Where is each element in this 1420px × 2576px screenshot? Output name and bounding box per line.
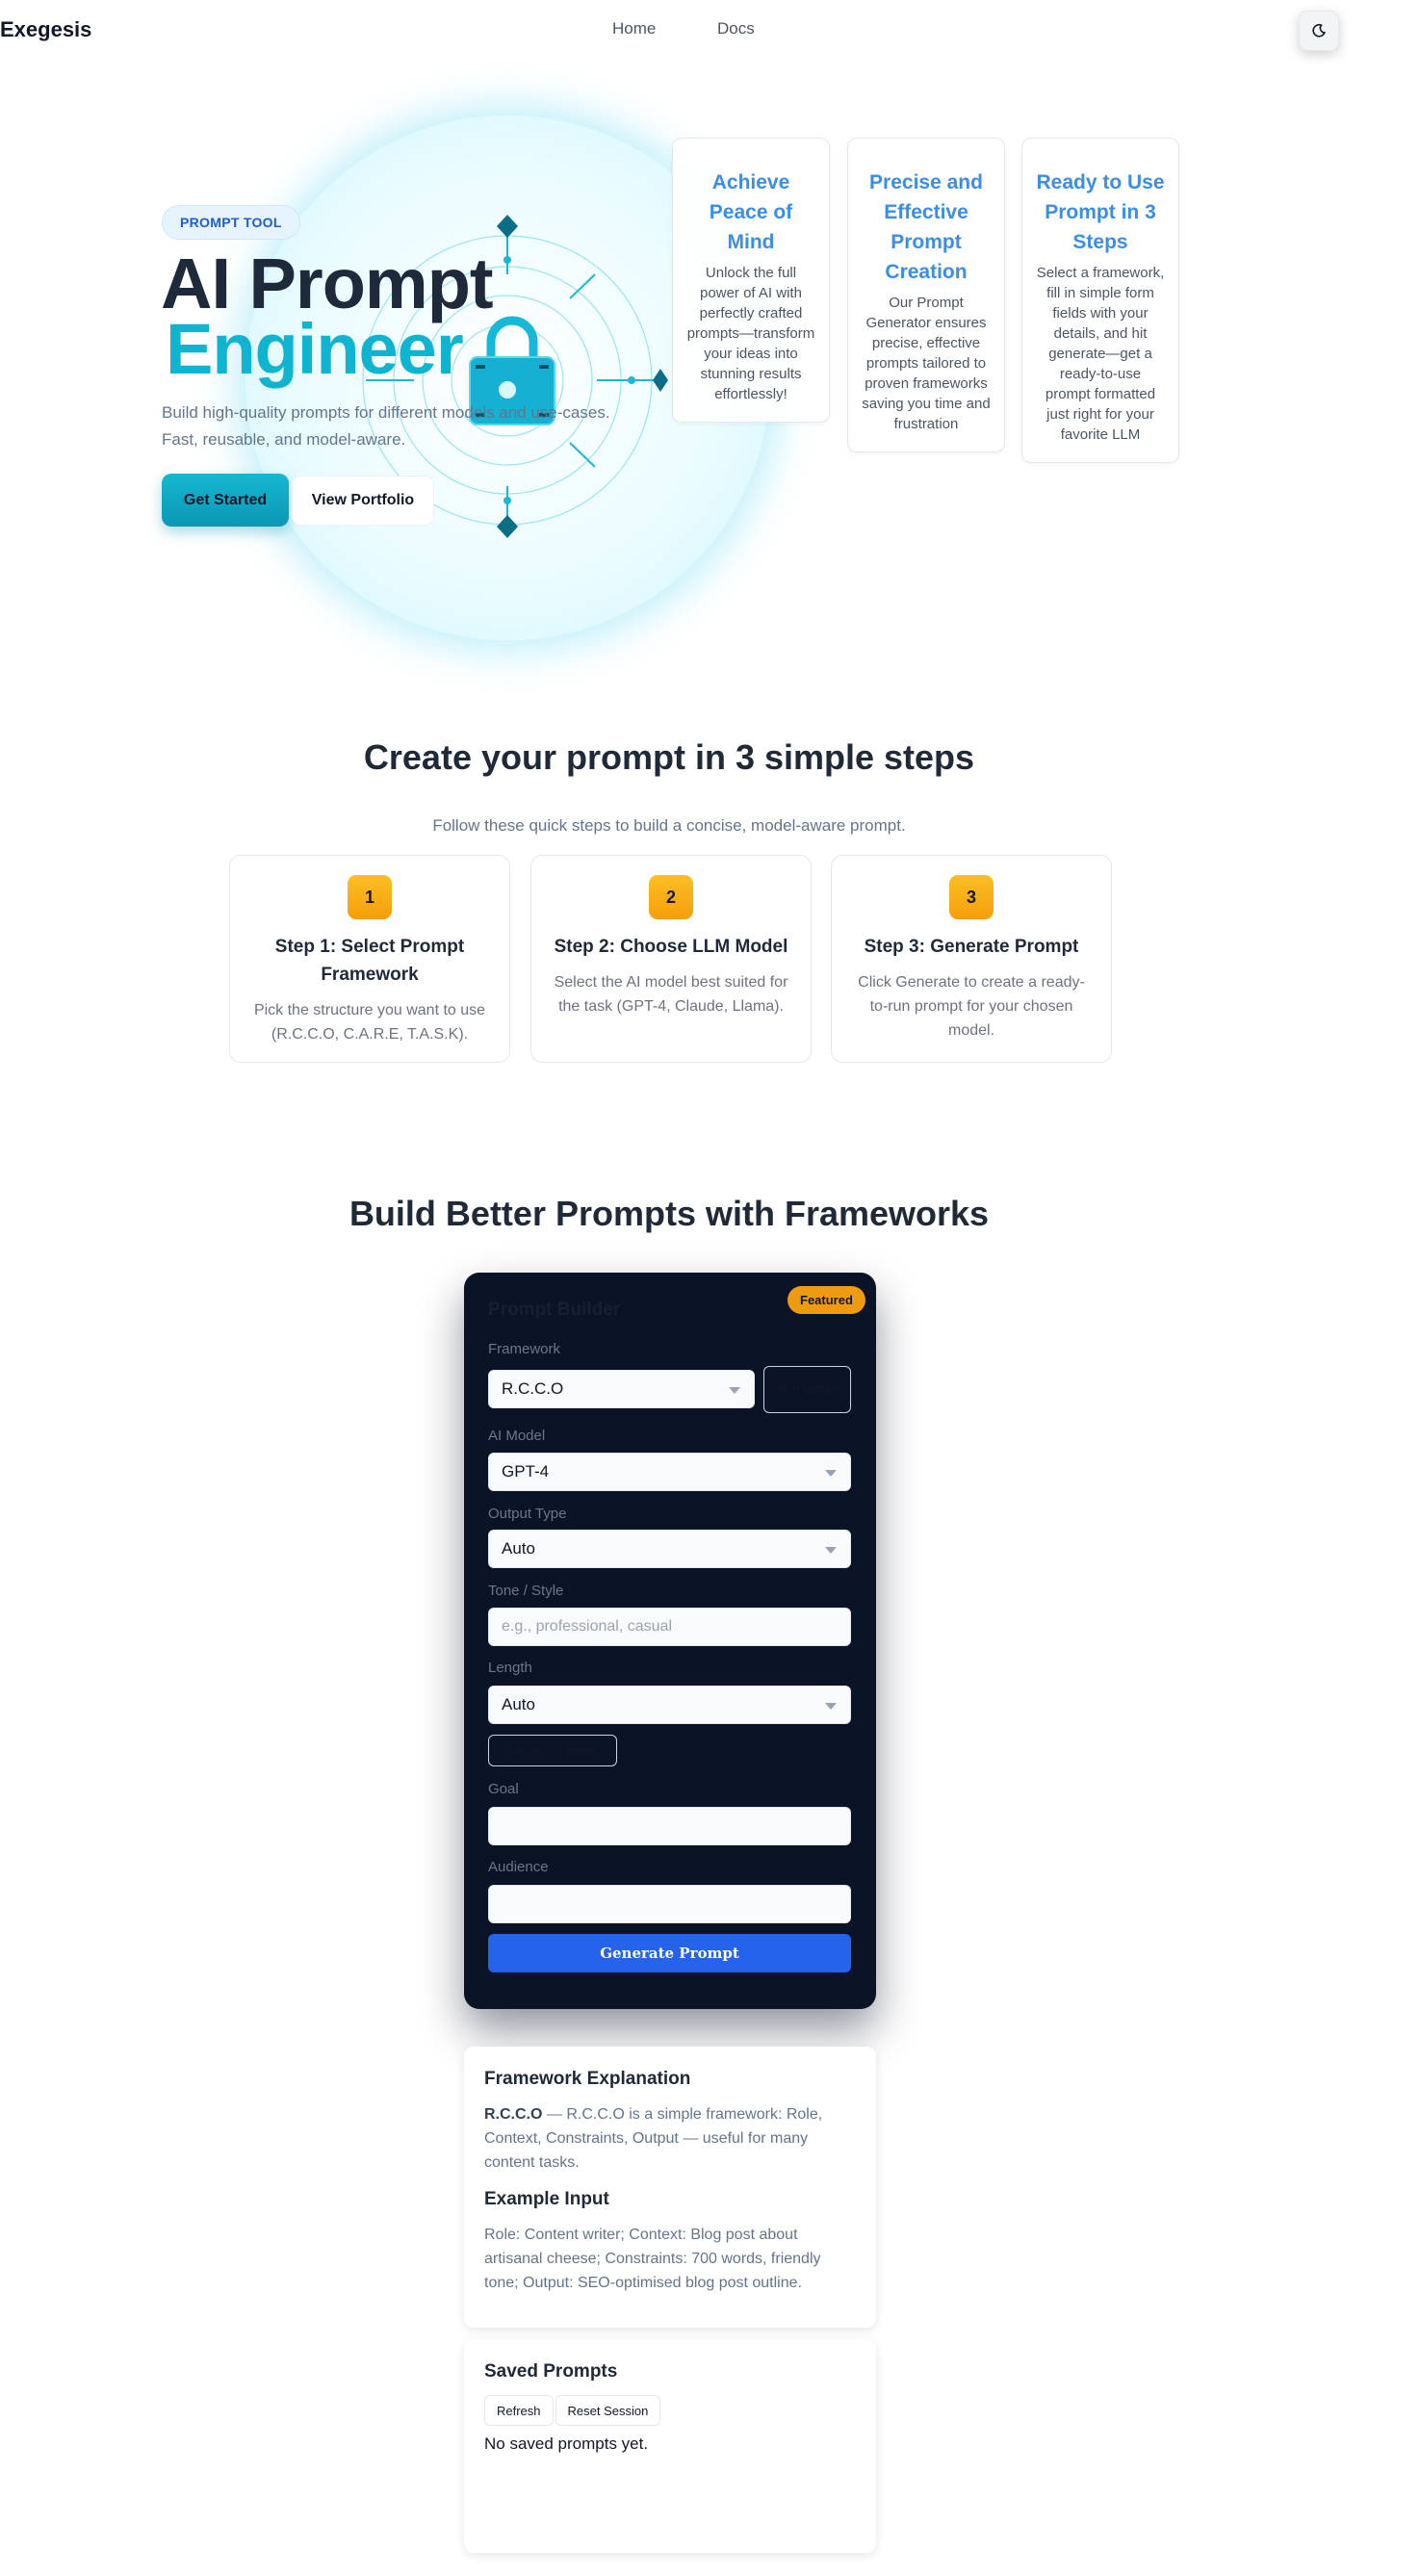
feature-title: Precise and Effective Prompt Creation xyxy=(869,171,983,283)
hero-title-line2: Engineer xyxy=(166,309,464,389)
feature-card-precise: Precise and Effective Prompt Creation Ou… xyxy=(847,138,1005,452)
output-type-value: Auto xyxy=(502,1539,535,1558)
model-select[interactable]: GPT-4 xyxy=(488,1453,851,1491)
framework-select[interactable]: R.C.C.O xyxy=(488,1370,755,1408)
nav-link-docs[interactable]: Docs xyxy=(717,19,755,39)
chevron-down-icon xyxy=(729,1387,740,1394)
brand-logo[interactable]: Exegesis xyxy=(0,17,91,42)
steps-heading: Create your prompt in 3 simple steps xyxy=(363,737,975,777)
view-portfolio-button[interactable]: View Portfolio xyxy=(292,476,434,526)
example-text: Role: Content writer; Context: Blog post… xyxy=(484,2227,821,2291)
step-title: Step 1: Select Prompt Framework xyxy=(274,937,465,985)
length-select-value: Auto xyxy=(502,1695,535,1713)
example-heading: Example Input xyxy=(484,2189,609,2209)
length-select[interactable]: Auto xyxy=(488,1686,851,1724)
reset-session-button[interactable]: Reset Session xyxy=(555,2395,661,2426)
chevron-down-icon xyxy=(825,1547,837,1554)
hero-badge: PROMPT TOOL xyxy=(162,205,300,240)
goal-input[interactable] xyxy=(488,1807,851,1845)
framework-name: R.C.C.O xyxy=(484,2106,543,2123)
chevron-down-icon xyxy=(825,1470,837,1477)
builder-heading: Build Better Prompts with Frameworks xyxy=(349,1194,990,1233)
step-title: Step 2: Choose LLM Model xyxy=(554,937,788,957)
framework-select-value: R.C.C.O xyxy=(502,1379,564,1398)
tone-input[interactable] xyxy=(488,1608,851,1646)
advanced-options-button[interactable]: Advanced Options xyxy=(488,1735,617,1766)
builder-title: Prompt Builder xyxy=(488,1300,621,1320)
feature-desc: Unlock the full power of AI with perfect… xyxy=(686,265,815,402)
model-label: AI Model xyxy=(488,1428,546,1444)
tone-label: Tone / Style xyxy=(488,1583,564,1599)
featured-badge: Featured xyxy=(787,1286,865,1314)
step-card-2: 2 Step 2: Choose LLM Model Select the AI… xyxy=(530,855,812,1063)
step-title: Step 3: Generate Prompt xyxy=(864,937,1079,957)
chevron-down-icon xyxy=(825,1703,837,1710)
audience-label: Audience xyxy=(488,1859,549,1875)
framework-explanation-panel: Framework Explanation R.C.C.O — R.C.C.O … xyxy=(464,2047,876,2328)
step-card-1: 1 Step 1: Select Prompt Framework Pick t… xyxy=(229,855,510,1063)
moon-icon xyxy=(1312,23,1326,38)
feature-card-ready: Ready to Use Prompt in 3 Steps Select a … xyxy=(1021,138,1179,463)
step-number-badge: 1 xyxy=(348,875,392,919)
feature-desc: Our Prompt Generator ensures precise, ef… xyxy=(862,295,991,432)
framework-label: Framework xyxy=(488,1341,561,1357)
goal-label: Goal xyxy=(488,1781,519,1797)
framework-description: R.C.C.O — R.C.C.O is a simple framework:… xyxy=(484,2102,856,2175)
feature-title: Achieve Peace of Mind xyxy=(709,171,793,253)
get-started-button[interactable]: Get Started xyxy=(162,474,289,527)
step-number-badge: 2 xyxy=(649,875,693,919)
feature-card-peace: Achieve Peace of Mind Unlock the full po… xyxy=(672,138,830,423)
step-desc: Select the AI model best suited for the … xyxy=(554,974,788,1015)
model-select-value: GPT-4 xyxy=(502,1462,550,1481)
saved-heading: Saved Prompts xyxy=(484,2361,618,2382)
step-card-3: 3 Step 3: Generate Prompt Click Generate… xyxy=(831,855,1112,1063)
insert-example-button[interactable]: Insert example xyxy=(763,1366,851,1413)
saved-prompts-panel: Saved Prompts Refresh Reset Session No s… xyxy=(464,2339,876,2553)
step-desc: Pick the structure you want to use (R.C.… xyxy=(253,1002,486,1043)
explanation-heading: Framework Explanation xyxy=(484,2069,691,2089)
output-type-select[interactable]: Auto xyxy=(488,1530,851,1568)
output-type-label: Output Type xyxy=(488,1506,567,1522)
saved-empty-text: No saved prompts yet. xyxy=(484,2434,649,2453)
feature-title: Ready to Use Prompt in 3 Steps xyxy=(1036,171,1165,253)
steps-subheading: Follow these quick steps to build a conc… xyxy=(432,816,906,835)
theme-toggle-button[interactable] xyxy=(1299,11,1339,51)
refresh-button[interactable]: Refresh xyxy=(484,2395,554,2426)
hero-subtitle: Build high-quality prompts for different… xyxy=(162,403,610,449)
step-desc: Click Generate to create a ready-to-run … xyxy=(858,974,1085,1039)
nav-link-home[interactable]: Home xyxy=(612,19,656,39)
step-number-badge: 3 xyxy=(949,875,994,919)
generate-prompt-button[interactable]: Generate Prompt xyxy=(488,1934,851,1972)
feature-desc: Select a framework, fill in simple form … xyxy=(1036,265,1165,443)
audience-input[interactable] xyxy=(488,1885,851,1923)
length-label: Length xyxy=(488,1660,532,1676)
